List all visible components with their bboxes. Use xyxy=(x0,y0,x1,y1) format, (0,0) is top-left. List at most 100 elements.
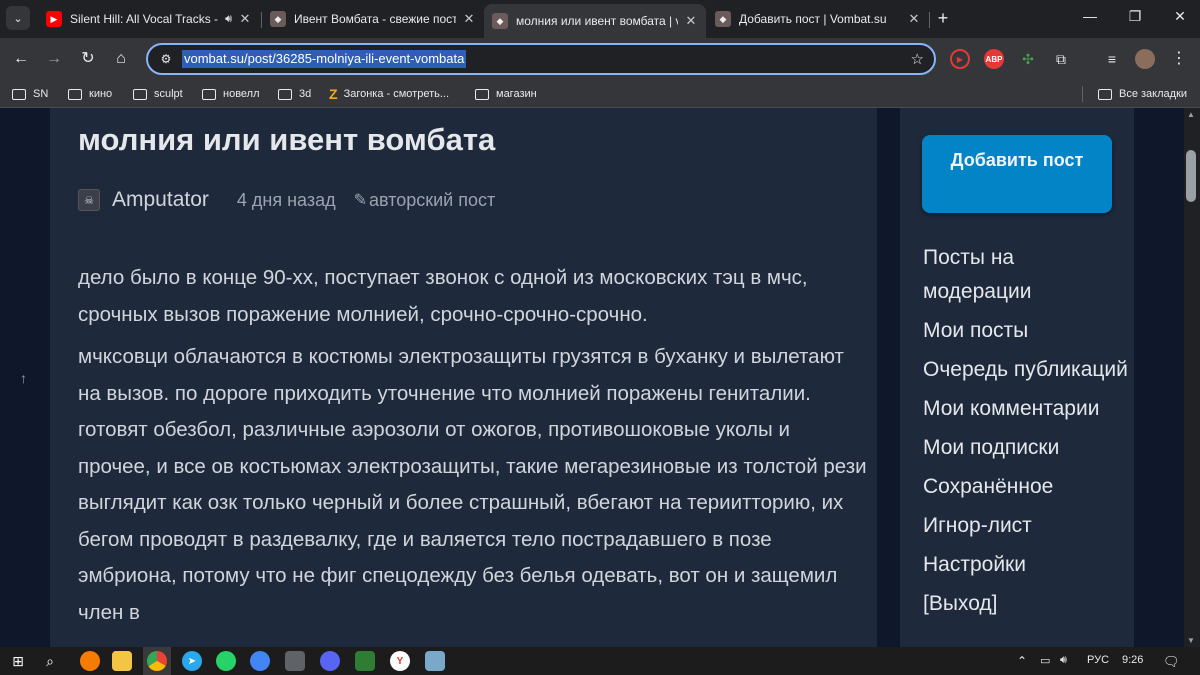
tab-title: молния или ивент вомбата | vo xyxy=(516,14,678,28)
scroll-up-icon[interactable]: ▲ xyxy=(1187,110,1195,119)
bookmark-3d[interactable]: 3d xyxy=(278,86,311,102)
wombat-icon: ◆ xyxy=(270,11,286,27)
close-window-icon[interactable]: ✕ xyxy=(1170,8,1190,25)
sidebar-item-saved[interactable]: Сохранённое xyxy=(923,470,1128,504)
bookmark-magazin[interactable]: магазин xyxy=(475,86,537,102)
windows-start-icon[interactable]: ⊞ xyxy=(8,651,28,671)
file-explorer-icon[interactable] xyxy=(112,651,132,671)
sidebar-item-moderation[interactable]: Посты на модерации xyxy=(923,241,1128,309)
author-avatar[interactable]: ☠ xyxy=(78,189,100,211)
notifications-icon[interactable]: 🗨︎ xyxy=(1163,654,1180,670)
windows-taskbar: ⊞ ⌕ ➤ Y ⌃ ▭ 🔊︎ РУС 9:26 🗨︎ xyxy=(0,647,1200,675)
tab-add-post[interactable]: ◆ Добавить пост | Vombat.su ✕ xyxy=(707,4,929,34)
tab-search-button[interactable]: ⌄ xyxy=(6,6,30,30)
whatsapp-icon[interactable] xyxy=(216,651,236,671)
folder-icon xyxy=(133,88,147,100)
new-tab-button[interactable]: + xyxy=(933,8,953,28)
address-url[interactable]: vombat.su/post/36285-molniya-ili-event-v… xyxy=(182,50,467,68)
menu-dots-icon[interactable]: ⋮ xyxy=(1168,48,1190,70)
telegram-icon[interactable]: ➤ xyxy=(182,651,202,671)
scroll-down-icon[interactable]: ▼ xyxy=(1187,636,1195,645)
discord-icon[interactable] xyxy=(320,651,340,671)
sidebar-item-subscriptions[interactable]: Мои подписки xyxy=(923,431,1128,465)
audio-icon[interactable]: 🔊︎ xyxy=(225,13,232,26)
post-article: молния или ивент вомбата ☠ Amputator 4 д… xyxy=(50,108,877,647)
yandex-browser-icon[interactable]: Y xyxy=(390,651,410,671)
calculator-icon[interactable] xyxy=(285,651,305,671)
close-icon[interactable]: ✕ xyxy=(684,13,698,29)
tab-title: Silent Hill: All Vocal Tracks - xyxy=(70,12,219,26)
sidebar-item-my-comments[interactable]: Мои комментарии xyxy=(923,392,1128,426)
scroll-to-top-icon[interactable]: ↑ xyxy=(20,370,27,386)
puzzle-icon[interactable]: ⧉ xyxy=(1051,49,1071,69)
color-picker-icon[interactable]: ✣ xyxy=(1018,49,1038,69)
folder-icon xyxy=(278,88,292,100)
minimize-icon[interactable]: — xyxy=(1080,8,1100,24)
close-icon[interactable]: ✕ xyxy=(462,11,476,27)
sidebar-item-settings[interactable]: Настройки xyxy=(923,548,1128,582)
volume-icon[interactable]: 🔊︎ xyxy=(1060,654,1067,667)
reload-icon[interactable]: ↻ xyxy=(77,48,99,70)
browser-toolbar: ← → ↻ ⌂ ⚙ vombat.su/post/36285-molniya-i… xyxy=(0,38,1200,80)
bookmark-sn[interactable]: SN xyxy=(12,86,48,102)
post-paragraph: дело было в конце 90-хх, поступает звоно… xyxy=(78,266,808,326)
scrollbar-thumb[interactable] xyxy=(1186,150,1196,202)
tab-separator xyxy=(929,12,930,28)
tab-silent-hill[interactable]: ▶ Silent Hill: All Vocal Tracks - 🔊︎ ✕ xyxy=(38,4,260,34)
media-icon[interactable]: ≡ xyxy=(1102,49,1122,69)
youtube-icon: ▶ xyxy=(46,11,62,27)
chevron-up-icon[interactable]: ⌃ xyxy=(1017,654,1027,668)
site-info-icon[interactable]: ⚙ xyxy=(158,51,174,67)
post-title: молния или ивент вомбата xyxy=(78,122,496,157)
sidebar-menu: Посты на модерации Мои посты Очередь пуб… xyxy=(923,241,1128,626)
forward-icon[interactable]: → xyxy=(43,48,65,70)
wombat-icon: ◆ xyxy=(715,11,731,27)
wombat-icon: ◆ xyxy=(492,13,508,29)
search-icon[interactable]: ⌕ xyxy=(40,651,60,671)
network-icon[interactable]: ▭ xyxy=(1040,654,1050,667)
z-logo-icon: Z xyxy=(329,86,338,102)
restore-icon[interactable]: ❐ xyxy=(1125,8,1145,25)
clock[interactable]: 9:26 xyxy=(1122,654,1143,666)
chevron-down-icon: ⌄ xyxy=(13,12,23,25)
chrome-icon[interactable] xyxy=(147,651,167,671)
photo-viewer-icon[interactable] xyxy=(425,651,445,671)
avatar-icon[interactable] xyxy=(1135,49,1155,69)
bookmark-sculpt[interactable]: sculpt xyxy=(133,86,183,102)
close-icon[interactable]: ✕ xyxy=(238,11,252,27)
tab-strip: ⌄ ▶ Silent Hill: All Vocal Tracks - 🔊︎ ✕… xyxy=(0,0,1200,38)
page-scrollbar[interactable]: ▲ ▼ xyxy=(1184,108,1200,647)
bookmarks-separator xyxy=(1082,86,1083,102)
folder-icon xyxy=(68,88,82,100)
bookmark-star-icon[interactable]: ☆ xyxy=(911,50,924,68)
bookmark-kino[interactable]: кино xyxy=(68,86,112,102)
bookmark-novell[interactable]: новелл xyxy=(202,86,260,102)
user-sidebar: Добавить пост Посты на модерации Мои пос… xyxy=(900,108,1134,647)
all-bookmarks[interactable]: Все закладки xyxy=(1098,86,1187,102)
author-link[interactable]: Amputator xyxy=(112,188,209,212)
sidebar-item-my-posts[interactable]: Мои посты xyxy=(923,314,1128,348)
close-icon[interactable]: ✕ xyxy=(907,11,921,27)
sidebar-item-ignore-list[interactable]: Игнор-лист xyxy=(923,509,1128,543)
record-icon[interactable]: ▶ xyxy=(950,49,970,69)
utility-icon[interactable] xyxy=(355,651,375,671)
sidebar-item-queue[interactable]: Очередь публикаций xyxy=(923,353,1128,387)
post-meta: ☠ Amputator 4 дня назад ✎ авторский пост xyxy=(78,186,495,214)
add-post-button[interactable]: Добавить пост xyxy=(922,135,1112,213)
chrome-profile-icon[interactable] xyxy=(250,651,270,671)
folder-icon xyxy=(202,88,216,100)
web-page: ↑ молния или ивент вомбата ☠ Amputator 4… xyxy=(0,108,1200,647)
back-icon[interactable]: ← xyxy=(10,48,32,70)
abp-icon[interactable]: ABP xyxy=(984,49,1004,69)
tab-current-post[interactable]: ◆ молния или ивент вомбата | vo ✕ xyxy=(484,4,706,38)
folder-icon xyxy=(1098,88,1112,100)
address-bar[interactable]: ⚙ vombat.su/post/36285-molniya-ili-event… xyxy=(146,43,936,75)
sidebar-item-logout[interactable]: [Выход] xyxy=(923,587,1128,621)
home-icon[interactable]: ⌂ xyxy=(110,48,132,70)
tab-title: Добавить пост | Vombat.su xyxy=(739,12,887,26)
language-indicator[interactable]: РУС xyxy=(1087,654,1109,666)
bookmark-zagonka[interactable]: Z Загонка - смотреть... xyxy=(329,86,449,102)
tab-vombat-event[interactable]: ◆ Ивент Вомбата - свежие посты ✕ xyxy=(262,4,484,34)
blender-icon[interactable] xyxy=(80,651,100,671)
post-time: 4 дня назад xyxy=(236,189,336,210)
